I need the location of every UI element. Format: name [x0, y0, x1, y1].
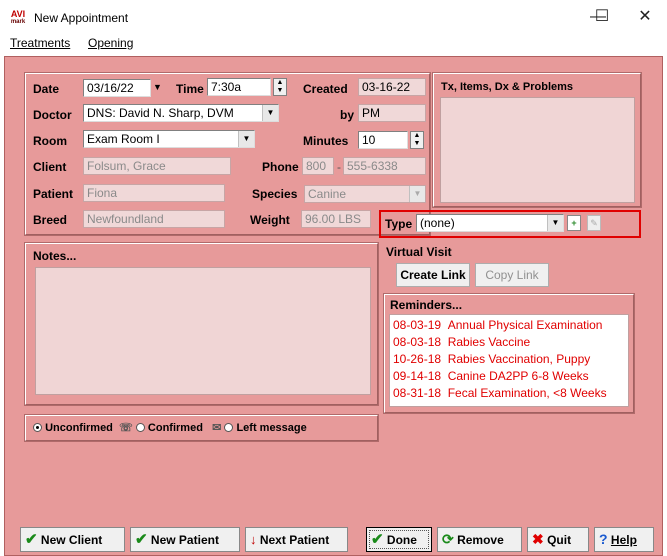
list-item[interactable]: 08-03-18 Rabies Vaccine: [393, 334, 628, 351]
patient-label: Patient: [33, 187, 74, 201]
phone-icon: ☏: [119, 422, 133, 434]
list-item[interactable]: 08-31-18 Fecal Examination, <8 Weeks: [393, 385, 628, 402]
quit-button[interactable]: ✖ Quit: [527, 527, 589, 552]
down-arrow-icon: ↓: [250, 532, 257, 547]
client-field: Folsum, Grace: [83, 157, 231, 175]
phone-dash: -: [337, 160, 341, 174]
by-field: PM: [358, 104, 426, 122]
done-button[interactable]: ✔ Done: [366, 527, 432, 552]
menu-treatments[interactable]: Treatments: [10, 36, 70, 50]
list-item[interactable]: 08-03-19 Annual Physical Examination: [393, 317, 628, 334]
x-icon: ✖: [532, 531, 544, 547]
message-icon: ✉: [212, 422, 222, 434]
species-label: Species: [252, 187, 298, 201]
confirmed-radio[interactable]: [135, 423, 145, 432]
weight-label: Weight: [250, 213, 290, 227]
tx-items-title: Tx, Items, Dx & Problems: [441, 81, 574, 93]
create-link-button[interactable]: Create Link: [396, 263, 470, 287]
room-select[interactable]: Exam Room I ▼: [83, 130, 255, 148]
minutes-field[interactable]: 10: [358, 131, 408, 149]
minutes-spinner-icon[interactable]: ▲ ▼: [410, 131, 424, 149]
window-title: New Appointment: [34, 11, 129, 25]
minutes-label: Minutes: [303, 134, 349, 148]
left-message-radio[interactable]: [224, 423, 234, 432]
new-client-button[interactable]: ✔ New Client: [20, 527, 125, 552]
phone-label: Phone: [262, 160, 299, 174]
check-icon: ✔: [25, 531, 38, 548]
next-patient-button[interactable]: ↓ Next Patient: [245, 527, 348, 552]
unconfirmed-radio[interactable]: [33, 423, 42, 432]
question-icon: ?: [599, 531, 608, 547]
app-logo-icon: AVI mark: [10, 9, 26, 26]
list-item[interactable]: 10-26-18 Rabies Vaccination, Puppy: [393, 351, 628, 368]
check-icon: ✔: [135, 531, 148, 548]
weight-field: 96.00 LBS: [301, 210, 371, 228]
remove-button[interactable]: ⟳ Remove: [437, 527, 522, 552]
refresh-icon: ⟳: [442, 531, 454, 547]
patient-field: Fiona: [83, 184, 225, 202]
chevron-down-icon: ▼: [238, 131, 254, 147]
notes-textarea[interactable]: [35, 267, 371, 395]
help-button[interactable]: ? Help: [594, 527, 654, 552]
unconfirmed-label: Unconfirmed: [45, 422, 113, 434]
left-message-label: Left message: [236, 422, 307, 434]
confirmed-label: Confirmed: [147, 422, 203, 434]
type-label: Type: [385, 217, 413, 231]
chevron-down-icon: ▼: [262, 105, 278, 121]
doctor-label: Doctor: [33, 108, 72, 122]
client-label: Client: [33, 160, 67, 174]
tx-items-list[interactable]: [440, 97, 635, 203]
edit-type-icon: ✎: [587, 215, 601, 231]
created-label: Created: [303, 82, 348, 96]
chevron-down-icon: ▼: [409, 186, 425, 202]
menu-opening[interactable]: Opening: [88, 36, 133, 50]
time-field[interactable]: 7:30a: [207, 78, 271, 96]
created-field: 03-16-22: [358, 78, 426, 96]
date-label: Date: [33, 82, 60, 96]
breed-field: Newfoundland: [83, 210, 225, 228]
close-button[interactable]: ✕: [625, 5, 665, 29]
breed-label: Breed: [33, 213, 68, 227]
species-select: Canine ▼: [304, 185, 426, 203]
new-patient-button[interactable]: ✔ New Patient: [130, 527, 240, 552]
time-spinner-icon[interactable]: ▲ ▼: [273, 78, 287, 96]
phone-number-field: 555-6338: [343, 157, 426, 175]
reminders-list[interactable]: 08-03-19 Annual Physical Examination 08-…: [389, 314, 629, 407]
new-type-icon[interactable]: +: [567, 215, 581, 231]
phone-area-field: 800: [302, 157, 334, 175]
date-dropdown-icon[interactable]: ▼: [153, 82, 162, 92]
list-item[interactable]: 09-14-18 Canine DA2PP 6-8 Weeks: [393, 368, 628, 385]
date-field[interactable]: 03/16/22: [83, 79, 151, 97]
doctor-select[interactable]: DNS: David N. Sharp, DVM ▼: [83, 104, 279, 122]
notes-title: Notes...: [33, 249, 77, 263]
reminders-title: Reminders...: [390, 298, 463, 312]
confirmation-options: Unconfirmed ☏ Confirmed ✉ Left message: [33, 421, 307, 434]
type-select[interactable]: (none) ▼: [416, 214, 564, 232]
virtual-visit-title: Virtual Visit: [386, 245, 452, 259]
copy-link-button: Copy Link: [475, 263, 549, 287]
time-label: Time: [176, 82, 204, 96]
maximize-button[interactable]: ☐: [582, 5, 622, 29]
check-icon: ✔: [371, 531, 384, 548]
by-label: by: [340, 108, 355, 122]
room-label: Room: [33, 134, 67, 148]
chevron-down-icon: ▼: [547, 215, 563, 231]
